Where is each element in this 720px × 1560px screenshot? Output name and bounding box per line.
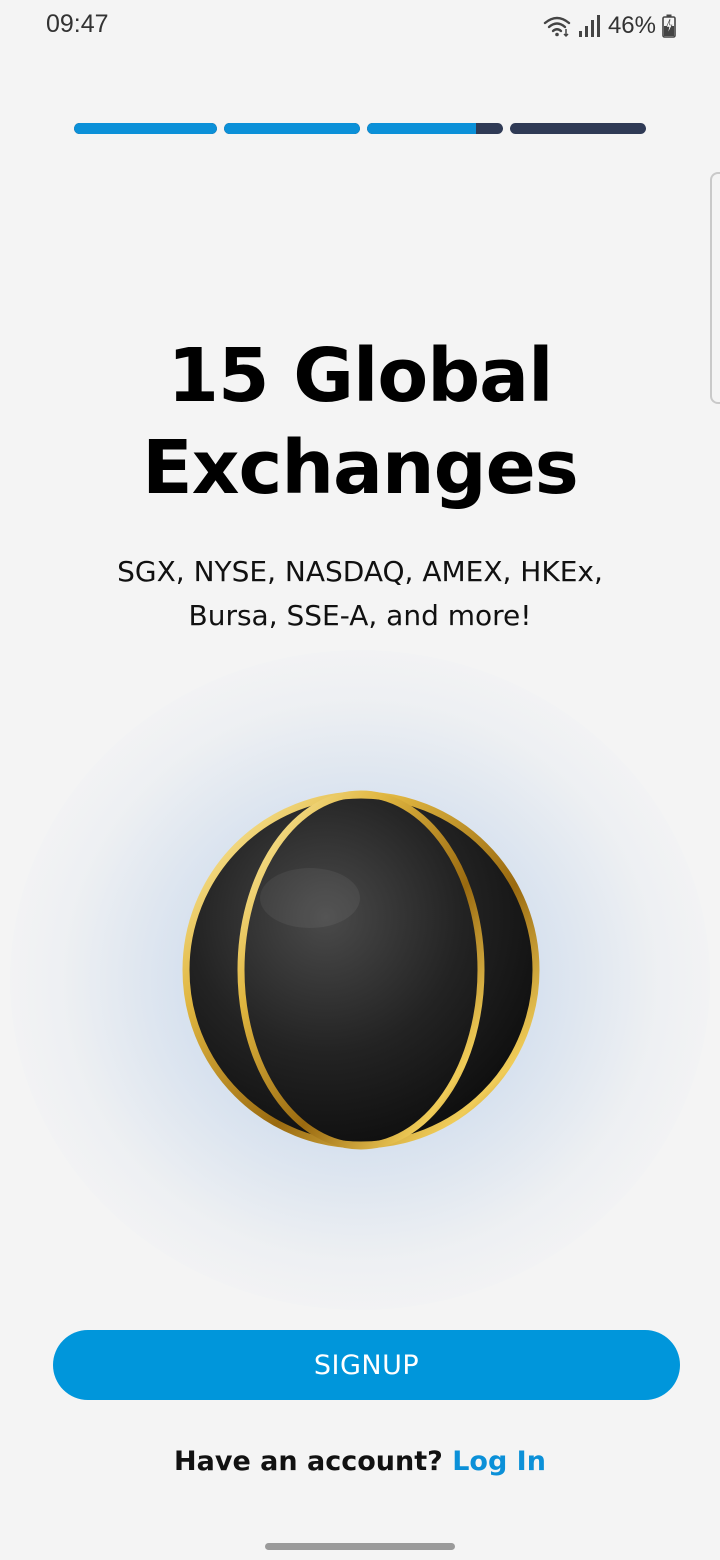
globe-icon (180, 788, 542, 1152)
progress-segment (74, 123, 217, 134)
status-bar: 09:47 46% (0, 0, 720, 52)
page-title: 15 Global Exchanges (0, 330, 720, 514)
battery-percentage: 46% (607, 12, 656, 39)
page-subtitle: SGX, NYSE, NASDAQ, AMEX, HKEx, Bursa, SS… (80, 550, 640, 638)
progress-segment-fill (367, 123, 476, 134)
login-prompt: Have an account? Log In (0, 1440, 720, 1484)
status-icons: 46% (542, 12, 676, 40)
page-title-line-1: 15 Global (167, 333, 554, 419)
battery-charging-icon (662, 14, 676, 38)
progress-segment-fill (74, 123, 217, 134)
login-link[interactable]: Log In (452, 1446, 546, 1477)
onboarding-progress (74, 123, 646, 134)
page-title-line-2: Exchanges (142, 425, 579, 511)
subtitle-line-2: Bursa, SSE-A, and more! (188, 599, 532, 632)
signal-icon (578, 14, 600, 38)
subtitle-line-1: SGX, NYSE, NASDAQ, AMEX, HKEx, (117, 555, 603, 588)
wifi-icon (542, 14, 572, 38)
home-indicator[interactable] (265, 1543, 455, 1550)
have-account-text: Have an account? (174, 1446, 443, 1477)
progress-segment (510, 123, 646, 134)
progress-segment-fill (224, 123, 360, 134)
progress-segment (367, 123, 503, 134)
signup-button[interactable]: SIGNUP (53, 1330, 680, 1400)
progress-segment (224, 123, 360, 134)
status-time: 09:47 (46, 10, 109, 38)
